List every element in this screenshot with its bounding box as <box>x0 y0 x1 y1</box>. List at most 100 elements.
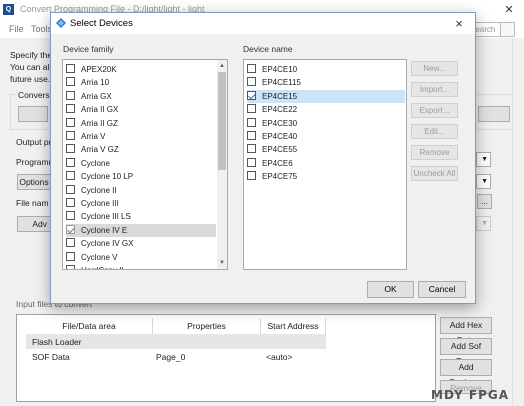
main-scrollbar[interactable] <box>512 38 524 406</box>
menu-file[interactable]: File <box>9 24 24 34</box>
ok-button[interactable]: OK <box>367 281 414 298</box>
column-properties[interactable]: Properties <box>153 318 261 335</box>
conversion-button[interactable] <box>18 106 48 122</box>
family-item[interactable]: Arria II GX <box>66 103 216 116</box>
search-button[interactable] <box>500 22 515 37</box>
family-scrollbar[interactable]: ▲ ▼ <box>217 60 227 269</box>
checkbox[interactable] <box>66 144 75 154</box>
scroll-thumb[interactable] <box>218 72 226 170</box>
device-family-list[interactable]: APEX20K Arria 10 Arria GX Arria II GX Arria … <box>62 59 228 270</box>
checkbox[interactable] <box>66 77 75 87</box>
family-label: Arria II GX <box>81 105 119 115</box>
family-item[interactable]: Arria V GZ <box>66 143 216 156</box>
family-item[interactable]: Arria II GZ <box>66 117 216 130</box>
family-item[interactable]: Cyclone <box>66 157 216 170</box>
intro-line-2: You can als <box>10 62 54 72</box>
checkbox[interactable] <box>66 117 75 127</box>
device-item[interactable]: EP4CE115 <box>247 76 405 89</box>
conversion-right-button[interactable] <box>478 106 510 122</box>
options-combo[interactable]: ▼ <box>476 174 491 189</box>
checkbox[interactable] <box>247 157 256 167</box>
family-label: Arria 10 <box>81 78 110 88</box>
remove-device-button[interactable]: Remove <box>411 145 458 160</box>
device-item[interactable]: EP4CE22 <box>247 103 405 116</box>
table-cell-address[interactable]: <auto> <box>266 352 292 362</box>
checkbox[interactable] <box>247 90 256 100</box>
close-icon[interactable]: × <box>449 16 469 32</box>
family-item[interactable]: Cyclone III LS <box>66 210 216 223</box>
checkbox[interactable] <box>247 171 256 181</box>
advanced-button[interactable]: Adv <box>17 216 51 232</box>
device-label: EP4CE22 <box>262 105 298 115</box>
advanced-combo[interactable]: ▼ <box>476 216 491 231</box>
options-button[interactable]: Options <box>17 174 51 190</box>
checkbox[interactable] <box>66 157 75 167</box>
device-item[interactable]: EP4CE10 <box>247 63 405 76</box>
checkbox[interactable] <box>66 184 75 194</box>
checkbox[interactable] <box>247 104 256 114</box>
chevron-down-icon: ▼ <box>481 156 488 163</box>
device-item[interactable]: EP4CE6 <box>247 157 405 170</box>
import-button[interactable]: Import... <box>411 82 458 97</box>
checkbox[interactable] <box>66 64 75 73</box>
family-item[interactable]: Cyclone II <box>66 184 216 197</box>
device-name-list[interactable]: EP4CE10 EP4CE115 EP4CE15 EP4CE22 EP4CE30 EP4C… <box>243 59 407 270</box>
device-family-label: Device family <box>63 44 114 54</box>
checkbox[interactable] <box>66 211 75 221</box>
family-item[interactable]: Arria GX <box>66 90 216 103</box>
checkbox[interactable] <box>66 90 75 100</box>
main-close-button[interactable]: ✕ <box>497 2 521 18</box>
device-item[interactable]: EP4CE30 <box>247 117 405 130</box>
export-button[interactable]: Export... <box>411 103 458 118</box>
family-item[interactable]: Cyclone V <box>66 251 216 264</box>
checkbox[interactable] <box>66 251 75 261</box>
browse-button[interactable]: ... <box>477 194 492 209</box>
uncheck-all-button[interactable]: Uncheck All <box>411 166 458 181</box>
family-item[interactable]: Cyclone 10 LP <box>66 170 216 183</box>
checkbox[interactable] <box>66 198 75 207</box>
checkbox[interactable] <box>66 224 75 234</box>
add-sof-page-button[interactable]: Add Sof Page <box>440 338 492 366</box>
checkbox[interactable] <box>66 238 75 248</box>
family-item[interactable]: Cyclone IV GX <box>66 237 216 250</box>
family-item[interactable]: HardCopy II <box>66 264 216 269</box>
checkbox[interactable] <box>66 171 75 181</box>
column-start-address[interactable]: Start Address <box>261 318 326 335</box>
family-item[interactable]: Arria 10 <box>66 76 216 89</box>
table-group-label: Flash Loader <box>32 337 82 347</box>
device-label: EP4CE115 <box>262 78 301 88</box>
device-item[interactable]: EP4CE75 <box>247 170 405 183</box>
checkbox[interactable] <box>247 64 256 73</box>
programming-combo[interactable]: ▼ <box>476 152 491 167</box>
checkbox[interactable] <box>66 104 75 114</box>
family-item[interactable]: Arria V <box>66 130 216 143</box>
family-item[interactable]: APEX20K <box>66 63 216 76</box>
cancel-button[interactable]: Cancel <box>418 281 466 298</box>
add-hex-data-button[interactable]: Add Hex Data <box>440 317 492 345</box>
dialog-titlebar: Select Devices × <box>51 13 475 34</box>
family-item[interactable]: Cyclone IV E <box>66 223 216 237</box>
checkbox[interactable] <box>247 77 256 87</box>
add-device-button[interactable]: Add Device... <box>440 359 492 387</box>
watermark: MDY FPGA <box>431 388 510 402</box>
family-item[interactable]: Cyclone III <box>66 197 216 210</box>
table-cell-file[interactable]: SOF Data <box>32 352 70 362</box>
checkbox[interactable] <box>66 265 75 269</box>
device-item[interactable]: EP4CE55 <box>247 143 405 156</box>
family-label: Cyclone IV GX <box>81 239 134 249</box>
device-item[interactable]: EP4CE15 <box>247 89 405 103</box>
family-label: Cyclone V <box>81 252 118 262</box>
new-button[interactable]: New... <box>411 61 458 76</box>
scroll-up-icon[interactable]: ▲ <box>217 61 227 71</box>
checkbox[interactable] <box>247 131 256 140</box>
scroll-down-icon[interactable]: ▼ <box>217 258 227 268</box>
checkbox[interactable] <box>247 144 256 154</box>
device-item[interactable]: EP4CE40 <box>247 130 405 143</box>
device-label: EP4CE10 <box>262 65 298 74</box>
column-file-data-area[interactable]: File/Data area <box>26 318 153 335</box>
menu-tools[interactable]: Tools <box>31 24 52 34</box>
table-cell-properties[interactable]: Page_0 <box>156 352 185 362</box>
edit-button[interactable]: Edit... <box>411 124 458 139</box>
checkbox[interactable] <box>66 131 75 140</box>
checkbox[interactable] <box>247 117 256 127</box>
